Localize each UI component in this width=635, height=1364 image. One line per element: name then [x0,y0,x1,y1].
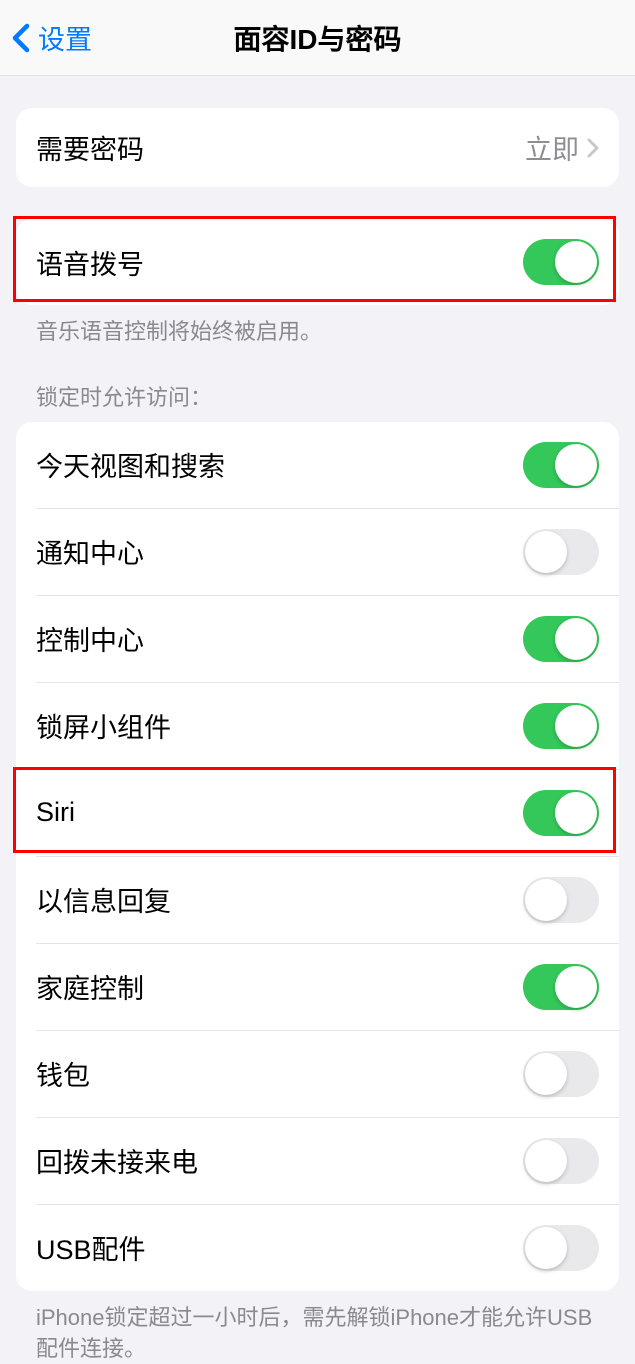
lock-item-label: 锁屏小组件 [36,706,171,745]
lock-item-home: 家庭控制 [16,944,619,1030]
toggle-reply[interactable] [523,877,599,923]
toggle-widgets[interactable] [523,703,599,749]
voice-dial-footer: 音乐语音控制将始终被启用。 [16,305,619,348]
lock-item-control: 控制中心 [16,596,619,682]
lock-item-label: 回拨未接来电 [36,1141,198,1180]
lock-item-today: 今天视图和搜索 [16,422,619,508]
voice-dial-label: 语音拨号 [36,243,144,282]
lock-item-usb: USB配件 [16,1205,619,1291]
lock-item-siri: Siri [16,770,619,856]
navigation-header: 设置 面容ID与密码 [0,0,635,76]
toggle-siri[interactable] [523,790,599,836]
chevron-right-icon [587,138,599,158]
toggle-wallet[interactable] [523,1051,599,1097]
toggle-notifications[interactable] [523,529,599,575]
page-title: 面容ID与密码 [0,18,635,58]
toggle-usb[interactable] [523,1225,599,1271]
toggle-home[interactable] [523,964,599,1010]
voice-dial-toggle[interactable] [523,239,599,285]
chevron-left-icon [12,23,30,53]
require-passcode-row[interactable]: 需要密码 立即 [16,108,619,187]
lock-item-label: Siri [36,797,75,828]
lock-item-label: 今天视图和搜索 [36,445,225,484]
toggle-today[interactable] [523,442,599,488]
lock-item-label: 通知中心 [36,532,144,571]
back-button[interactable]: 设置 [12,18,92,57]
lock-item-label: USB配件 [36,1228,146,1267]
lock-item-notifications: 通知中心 [16,509,619,595]
lock-access-group: 今天视图和搜索通知中心控制中心锁屏小组件 Siri 以信息回复家庭控制钱包回拨未接来… [16,422,619,1291]
lock-item-label: 钱包 [36,1054,90,1093]
lock-item-callback: 回拨未接来电 [16,1118,619,1204]
require-passcode-label: 需要密码 [36,128,144,167]
lock-access-footer: iPhone锁定超过一小时后，需先解锁iPhone才能允许USB配件连接。 [16,1291,619,1364]
toggle-callback[interactable] [523,1138,599,1184]
lock-item-label: 控制中心 [36,619,144,658]
lock-item-widgets: 锁屏小组件 [16,683,619,769]
voice-dial-row: 语音拨号 [16,219,619,305]
lock-access-header: 锁定时允许访问： [16,348,619,422]
passcode-group: 需要密码 立即 [16,108,619,187]
toggle-control[interactable] [523,616,599,662]
lock-item-label: 以信息回复 [36,880,171,919]
require-passcode-value: 立即 [525,128,579,167]
back-label: 设置 [38,18,92,57]
content-area: 需要密码 立即 语音拨号 音乐语音控制将始终被启用。 锁定时允许访问： 今天视图… [0,108,635,1364]
voice-dial-group: 语音拨号 [16,219,619,305]
lock-item-wallet: 钱包 [16,1031,619,1117]
lock-item-label: 家庭控制 [36,967,144,1006]
lock-item-reply: 以信息回复 [16,857,619,943]
